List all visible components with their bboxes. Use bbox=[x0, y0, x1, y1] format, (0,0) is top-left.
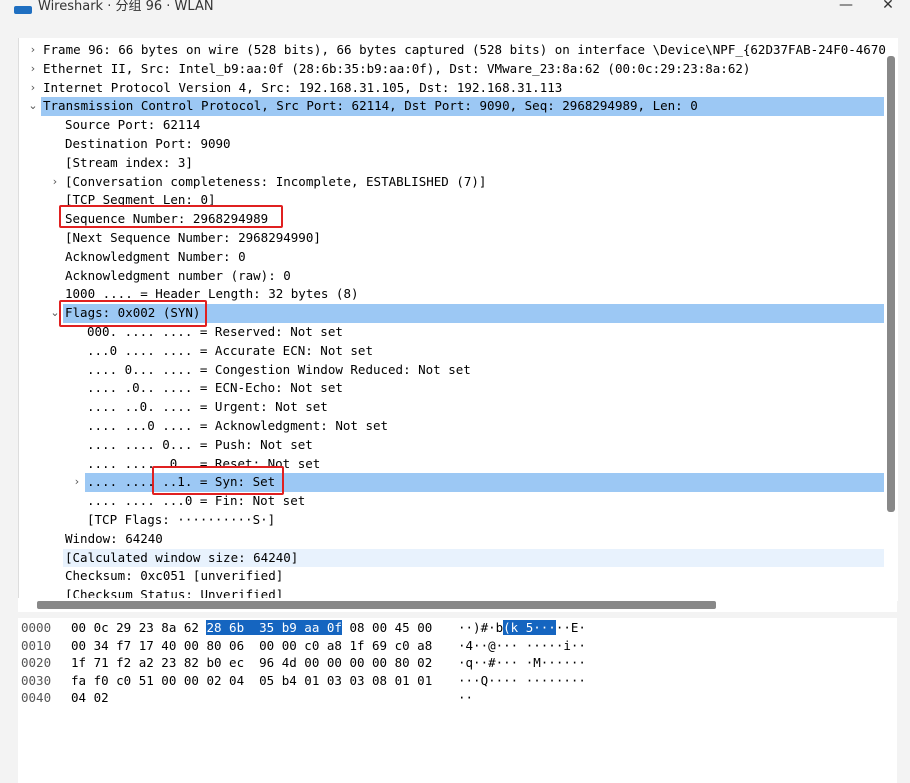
tree-row-label: Source Port: 62114 bbox=[65, 117, 201, 133]
ascii-text: ···Q···· ········ bbox=[458, 672, 586, 688]
ascii-text: ··)#·b bbox=[458, 620, 504, 635]
tree-row[interactable]: › Internet Protocol Version 4, Src: 192.1… bbox=[19, 79, 898, 98]
tree-row[interactable]: .... .... 0... = Push: Not set bbox=[19, 436, 898, 455]
hex-bytes-text: 00 0c 29 23 8a 62 bbox=[71, 620, 207, 635]
tree-row[interactable]: .... 0... .... = Congestion Window Reduc… bbox=[19, 361, 898, 380]
expand-arrow-icon[interactable]: › bbox=[27, 60, 39, 79]
annotation-box-sequence-number bbox=[59, 205, 283, 228]
ascii-bytes[interactable]: ·4··@··· ·····i·· bbox=[458, 637, 586, 654]
title-bar: Wireshark · 分组 96 · WLAN — ✕ bbox=[0, 0, 910, 26]
hex-offset: 0040 bbox=[21, 690, 52, 706]
hex-bytes-text: 04 02 bbox=[71, 690, 109, 706]
tree-row[interactable]: Destination Port: 9090 bbox=[19, 135, 898, 154]
hex-bytes-text: fa f0 c0 51 00 00 02 04 05 b4 01 03 03 0… bbox=[71, 672, 433, 688]
tree-row-label: [Stream index: 3] bbox=[65, 154, 193, 170]
hex-row[interactable]: 0020 1f 71 f2 a2 23 82 b0 ec 96 4d 00 00 … bbox=[18, 654, 897, 671]
tree-row[interactable]: Checksum: 0xc051 [unverified] bbox=[19, 567, 898, 586]
packet-bytes-pane: 0000 00 0c 29 23 8a 62 28 6b 35 b9 aa 0f … bbox=[18, 618, 897, 783]
expand-arrow-icon[interactable]: › bbox=[27, 41, 39, 60]
tree-row[interactable]: › Ethernet II, Src: Intel_b9:aa:0f (28:6b… bbox=[19, 60, 898, 79]
expand-arrow-icon[interactable]: › bbox=[71, 473, 83, 492]
tree-row-label: Ethernet II, Src: Intel_b9:aa:0f (28:6b:… bbox=[43, 60, 751, 76]
tree-row-label: [TCP Flags: ··········S·] bbox=[87, 511, 276, 527]
hex-offset: 0000 bbox=[21, 620, 52, 635]
tree-row[interactable]: Window: 64240 bbox=[19, 530, 898, 549]
wireshark-logo-icon bbox=[14, 6, 32, 14]
expand-arrow-icon[interactable]: › bbox=[49, 173, 61, 192]
tree-row[interactable]: Acknowledgment Number: 0 bbox=[19, 248, 898, 267]
tree-row[interactable]: ...0 .... .... = Accurate ECN: Not set bbox=[19, 342, 898, 361]
tree-row-label: Internet Protocol Version 4, Src: 192.16… bbox=[43, 79, 563, 95]
ascii-text: ·4··@··· ·····i·· bbox=[458, 637, 586, 653]
tree-row-label: .... 0... .... = Congestion Window Reduc… bbox=[87, 361, 471, 377]
minimize-button[interactable]: — bbox=[824, 0, 868, 17]
tree-row[interactable]: .... .0.. .... = ECN-Echo: Not set bbox=[19, 379, 898, 398]
annotation-box-syn bbox=[152, 466, 284, 495]
ascii-text: ··E· bbox=[555, 620, 586, 635]
tree-row-label: [Calculated window size: 64240] bbox=[63, 548, 884, 568]
tree-row[interactable]: ›.... .... ..1. = Syn: Set bbox=[19, 473, 898, 493]
collapse-arrow-icon[interactable]: ⌄ bbox=[27, 97, 39, 116]
tree-row[interactable]: .... ..0. .... = Urgent: Not set bbox=[19, 398, 898, 417]
tree-row[interactable]: Source Port: 62114 bbox=[19, 116, 898, 135]
hex-bytes-text: 08 00 45 00 bbox=[341, 620, 433, 635]
ascii-text: ·q··#··· ·M······ bbox=[458, 655, 586, 671]
tree-row-label: .... ...0 .... = Acknowledgment: Not set bbox=[87, 417, 389, 433]
tree-row-label: Transmission Control Protocol, Src Port:… bbox=[41, 97, 884, 117]
tree-row-label: Checksum: 0xc051 [unverified] bbox=[65, 568, 284, 584]
hex-offset: 0030 bbox=[21, 672, 52, 688]
details-vertical-scrollbar[interactable] bbox=[887, 56, 895, 512]
window-title: Wireshark · 分组 96 · WLAN bbox=[38, 0, 214, 14]
ascii-text: ·· bbox=[458, 690, 474, 706]
hex-bytes[interactable]: 00 34 f7 17 40 00 80 06 00 00 c0 a8 1f 6… bbox=[71, 637, 432, 654]
close-button[interactable]: ✕ bbox=[866, 0, 910, 17]
tree-row-label: [Conversation completeness: Incomplete, … bbox=[65, 173, 487, 189]
hex-bytes[interactable]: 00 0c 29 23 8a 62 28 6b 35 b9 aa 0f 08 0… bbox=[71, 619, 432, 636]
ascii-selected: (k 5··· bbox=[503, 620, 556, 635]
tree-row[interactable]: [Next Sequence Number: 2968294990] bbox=[19, 229, 898, 248]
tree-row[interactable]: › Frame 96: 66 bytes on wire (528 bits), … bbox=[19, 41, 898, 60]
tree-row[interactable]: .... .... ...0 = Fin: Not set bbox=[19, 492, 898, 511]
tree-row-label: [Next Sequence Number: 2968294990] bbox=[65, 229, 321, 245]
hex-offset: 0020 bbox=[21, 655, 52, 671]
hex-row[interactable]: 0040 04 02 ·· bbox=[18, 689, 897, 706]
tree-row[interactable]: [Calculated window size: 64240] bbox=[19, 548, 898, 568]
hex-bytes-text: 00 34 f7 17 40 00 80 06 00 00 c0 a8 1f 6… bbox=[71, 637, 433, 653]
tree-row[interactable]: [Stream index: 3] bbox=[19, 154, 898, 173]
expand-arrow-icon[interactable]: › bbox=[27, 79, 39, 98]
tree-row-label: ...0 .... .... = Accurate ECN: Not set bbox=[87, 342, 373, 358]
details-horizontal-scrollbar[interactable] bbox=[37, 601, 716, 609]
tree-row-label: .... ..0. .... = Urgent: Not set bbox=[87, 399, 328, 415]
tree-row[interactable]: .... ...0 .... = Acknowledgment: Not set bbox=[19, 417, 898, 436]
tree-row-label: Destination Port: 9090 bbox=[65, 135, 231, 151]
hex-bytes-selected: 28 6b 35 b9 aa 0f bbox=[206, 620, 342, 635]
ascii-bytes[interactable]: ···Q···· ········ bbox=[458, 672, 586, 689]
tree-row[interactable]: Acknowledgment number (raw): 0 bbox=[19, 267, 898, 286]
ascii-bytes[interactable]: ·q··#··· ·M······ bbox=[458, 654, 586, 671]
hex-row[interactable]: 0030 fa f0 c0 51 00 00 02 04 05 b4 01 03 … bbox=[18, 672, 897, 689]
hex-offset: 0010 bbox=[21, 637, 52, 653]
tree-row-label: Acknowledgment Number: 0 bbox=[65, 248, 246, 264]
hex-bytes[interactable]: 1f 71 f2 a2 23 82 b0 ec 96 4d 00 00 00 0… bbox=[71, 654, 432, 671]
tree-row-label: .... .... 0... = Push: Not set bbox=[87, 436, 313, 452]
tree-row-label: Window: 64240 bbox=[65, 530, 163, 546]
hex-row[interactable]: 0000 00 0c 29 23 8a 62 28 6b 35 b9 aa 0f … bbox=[18, 619, 897, 636]
tree-row[interactable]: [TCP Flags: ··········S·] bbox=[19, 511, 898, 530]
tree-row-label: .... .0.. .... = ECN-Echo: Not set bbox=[87, 380, 343, 396]
tree-row-label: Acknowledgment number (raw): 0 bbox=[65, 267, 291, 283]
ascii-bytes[interactable]: ··)#·b(k 5·····E· bbox=[458, 619, 586, 636]
tree-row[interactable]: .... .... .0.. = Reset: Not set bbox=[19, 455, 898, 474]
tree-row-label: Frame 96: 66 bytes on wire (528 bits), 6… bbox=[43, 42, 886, 57]
tree-row[interactable]: ⌄ Transmission Control Protocol, Src Port… bbox=[19, 97, 898, 117]
annotation-box-flags bbox=[59, 300, 207, 327]
hex-bytes[interactable]: fa f0 c0 51 00 00 02 04 05 b4 01 03 03 0… bbox=[71, 672, 432, 689]
hex-row[interactable]: 0010 00 34 f7 17 40 00 80 06 00 00 c0 a8 … bbox=[18, 637, 897, 654]
ascii-bytes[interactable]: ·· bbox=[458, 689, 473, 706]
hex-bytes-text: 1f 71 f2 a2 23 82 b0 ec 96 4d 00 00 00 0… bbox=[71, 655, 433, 671]
tree-row[interactable]: › [Conversation completeness: Incomplete,… bbox=[19, 173, 898, 192]
hex-bytes[interactable]: 04 02 bbox=[71, 689, 109, 706]
